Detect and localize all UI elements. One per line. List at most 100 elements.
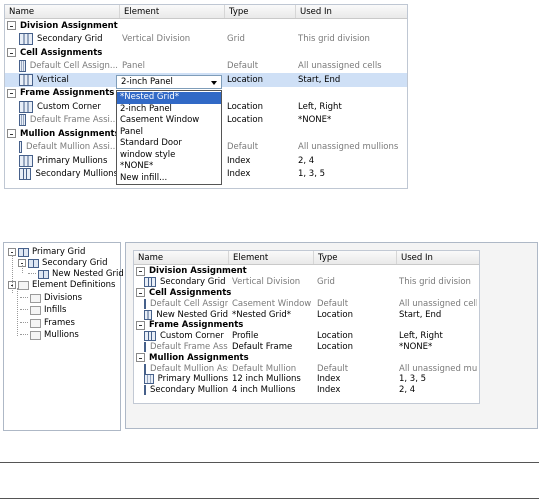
type-cell-value: Location [317,341,353,352]
column-header-name[interactable]: Name [5,5,120,18]
collapse-toggle-icon[interactable] [136,353,145,363]
tree-node-divisions[interactable]: Divisions [20,293,82,303]
name-label: Custom Corner [37,101,101,112]
column-header-element[interactable]: Element [229,251,314,264]
tree-node-label: Primary Grid [32,247,86,257]
group-cell: Division Assignment [7,19,407,33]
element-cell[interactable]: Default Frame [232,342,315,353]
collapse-toggle-icon[interactable] [7,21,16,31]
tree-node-element-definitions[interactable]: Element Definitions [8,280,115,290]
table-row[interactable]: Secondary Grid Vertical Division Grid This … [134,277,479,288]
used-in-cell-value: 2, 4 [399,385,416,396]
name-label: Secondary Mullions [150,385,228,396]
grid-icon [144,385,146,396]
tree-connector [20,297,28,299]
table-row[interactable]: Default Cell Assign... Casement Window Def… [134,298,479,309]
name-label: Vertical [37,74,69,85]
table-row[interactable]: Default Mullion Assi... Default Mullion De… [134,363,479,374]
column-header-used-in[interactable]: Used In [296,5,407,18]
element-cell[interactable]: Casement Window [232,298,315,309]
group-label: Frame Assignments [149,320,244,331]
table-row[interactable]: Secondary Mullions 4 inch Mullions Index 2,… [134,385,479,396]
table-row[interactable]: Default Cell Assign... Panel Default All un… [5,60,407,74]
group-row[interactable]: Cell Assignments [5,46,407,60]
name-label: Custom Corner [160,331,224,342]
element-cell[interactable]: Vertical Division [122,33,225,47]
group-cell: Mullion Assignments [136,352,479,363]
grid-icon [19,100,33,113]
tree-node-label: Frames [44,318,75,328]
type-cell-value: Index [227,155,251,166]
collapse-toggle-icon[interactable] [136,266,145,276]
name-label: Default Cell Assign... [29,61,118,72]
name-cell: Primary Mullions [144,374,228,385]
table-row[interactable]: Custom Corner Profile Location Left, Right [134,331,479,342]
element-cell[interactable]: 12 inch Mullions [232,374,315,385]
tree-node-frames[interactable]: Frames [20,318,75,328]
name-cell: Default Mullion Assi... [144,363,228,374]
dropdown-option[interactable]: window style [117,150,221,162]
dropdown-option[interactable]: 2-inch Panel [117,104,221,116]
table-row[interactable]: Secondary Grid Vertical Division Grid This … [5,33,407,47]
used-in-cell: This grid division [399,277,477,288]
table-row[interactable]: Primary Mullions 12 inch Mullions Index 1, … [134,374,479,385]
collapse-toggle-icon[interactable] [7,129,16,139]
name-cell: New Nested Grid [144,309,228,320]
tree-connector [22,265,23,273]
grid-icon [144,341,146,352]
column-header-type[interactable]: Type [314,251,397,264]
name-cell: Default Frame Assi... [19,114,118,128]
element-cell[interactable]: Panel [122,60,225,74]
group-row[interactable]: Division Assignment [5,19,407,33]
collapse-toggle-icon[interactable] [7,48,16,58]
dropdown-option[interactable]: *Nested Grid* [117,92,221,104]
collapse-toggle-icon[interactable] [7,88,16,98]
dropdown-option[interactable]: Casement Window [117,115,221,127]
column-header-name[interactable]: Name [134,251,229,264]
used-in-cell-value: Start, End [399,309,442,320]
grid-icon [28,258,39,268]
collapse-toggle-icon[interactable] [136,320,145,330]
element-cell[interactable]: Default Mullion [232,363,315,374]
dropdown-option[interactable]: Standard Door [117,138,221,150]
group-label: Mullion Assignments [20,128,120,139]
column-header-used-in[interactable]: Used In [397,251,479,264]
tree-node-primary-grid[interactable]: Primary Grid [8,247,85,257]
tree-node-new-nested-grid[interactable]: New Nested Grid [28,269,124,279]
column-header-element[interactable]: Element [120,5,225,18]
element-cell-value: Default Mullion [232,363,297,374]
tree-connector [12,255,13,293]
tree-node-infills[interactable]: Infills [20,305,66,315]
group-row[interactable]: Frame Assignments [134,320,479,331]
type-cell: Location [227,114,296,128]
column-header-type[interactable]: Type [225,5,296,18]
collapse-toggle-icon[interactable] [136,288,145,298]
chevron-down-icon[interactable] [211,81,217,85]
type-cell: Default [227,141,296,155]
grid-icon [144,309,153,320]
name-cell: Secondary Mullions [144,385,228,396]
group-label: Division Assignment [20,20,118,31]
bottom-grid-header: Name Element Type Used In [134,251,479,265]
table-row[interactable]: Default Frame Assi... Default Frame Locati… [134,341,479,353]
element-cell[interactable]: *Nested Grid* [232,309,315,320]
dropdown-option[interactable]: *NONE* [117,161,221,173]
group-row[interactable]: Cell Assignments [134,288,479,299]
group-label: Division Assignment [149,266,247,277]
element-cell[interactable]: Profile [232,331,315,342]
dropdown-option[interactable]: Panel [117,127,221,139]
element-cell[interactable]: Vertical Division [232,277,315,288]
group-row[interactable]: Mullion Assignments [134,352,479,363]
element-combobox[interactable]: 2-inch Panel [116,75,222,89]
table-row[interactable]: New Nested Grid *Nested Grid* Location Star… [134,309,479,320]
type-cell: Index [227,168,296,182]
dropdown-option[interactable]: New infill... [117,173,221,185]
group-row[interactable]: Division Assignment [134,266,479,277]
tree-node-mullions[interactable]: Mullions [20,330,79,340]
group-label: Mullion Assignments [149,352,249,363]
used-in-cell: 1, 3, 5 [399,374,477,385]
used-in-cell-value: 1, 3, 5 [399,374,427,385]
element-cell[interactable]: 4 inch Mullions [232,385,315,396]
name-label: New Nested Grid [156,309,228,320]
tree-node-secondary-grid[interactable]: Secondary Grid [18,258,108,268]
